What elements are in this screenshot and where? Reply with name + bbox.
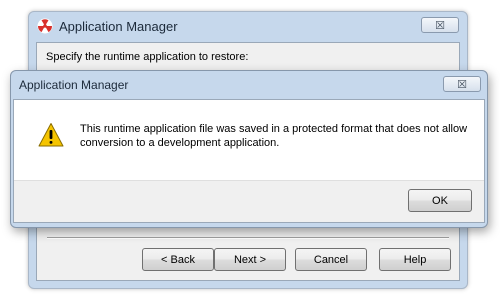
cancel-button[interactable]: Cancel [295, 248, 367, 271]
warning-icon [38, 123, 64, 147]
help-button[interactable]: Help [379, 248, 451, 271]
dialog-message-area: This runtime application file was saved … [14, 100, 484, 181]
close-icon: ☒ [435, 19, 445, 32]
radiation-icon [37, 18, 53, 34]
ok-button[interactable]: OK [408, 189, 472, 212]
dialog-close-button[interactable]: ☒ [443, 76, 481, 92]
dialog-message: This runtime application file was saved … [80, 123, 468, 149]
background-window-title: Application Manager [59, 18, 178, 34]
back-button[interactable]: < Back [142, 248, 214, 271]
background-close-button[interactable]: ☒ [421, 17, 459, 33]
dialog-client-area: This runtime application file was saved … [13, 99, 485, 223]
message-dialog: Application Manager ☒ This runtime appli… [10, 70, 488, 228]
restore-prompt: Specify the runtime application to resto… [46, 51, 249, 63]
close-icon: ☒ [457, 78, 467, 91]
background-title-bar[interactable]: Application Manager [37, 16, 459, 36]
dialog-title: Application Manager [19, 78, 129, 92]
next-button[interactable]: Next > [214, 248, 286, 271]
separator [47, 237, 449, 239]
